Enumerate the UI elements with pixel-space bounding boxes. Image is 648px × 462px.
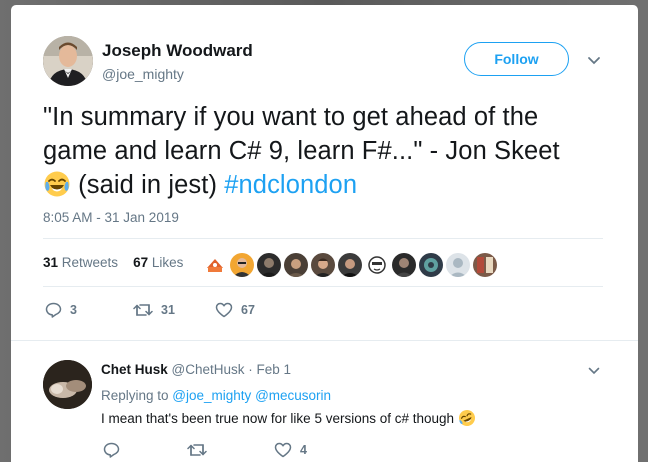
heart-icon (215, 302, 233, 318)
replying-label: Replying to (101, 388, 173, 403)
heart-icon (274, 442, 292, 458)
tweet-text: "In summary if you want to get ahead of … (43, 100, 613, 202)
mention-link[interactable]: @mecusorin (255, 388, 331, 403)
divider (11, 340, 638, 341)
reply-text-body: I mean that's been true now for like 5 v… (101, 410, 455, 426)
divider (43, 286, 603, 287)
like-action[interactable]: 4 (274, 442, 307, 458)
retweet-icon (187, 444, 207, 456)
retweet-action[interactable]: 31 (133, 302, 175, 318)
liker-avatar[interactable] (365, 253, 389, 277)
like-count: 4 (300, 443, 307, 457)
tweet-timestamp[interactable]: 8:05 AM - 31 Jan 2019 (43, 210, 179, 225)
divider (43, 238, 603, 239)
reply-header: Chet Husk @ChetHusk · Feb 1 (101, 362, 291, 377)
hashtag-link[interactable]: #ndclondon (224, 171, 357, 199)
retweet-icon (133, 304, 153, 316)
retweets-label: Retweets (58, 255, 119, 270)
reply-date[interactable]: · Feb 1 (245, 362, 291, 377)
rofl-emoji (459, 410, 476, 426)
mention-link[interactable]: @joe_mighty (172, 388, 251, 403)
follow-button[interactable]: Follow (464, 42, 569, 76)
liker-avatar[interactable] (203, 253, 227, 277)
reply-author-handle[interactable]: @ChetHusk (172, 362, 245, 377)
tweet-text-line-1: "In summary if you want to get ahead of … (43, 103, 539, 131)
reply-icon (45, 302, 62, 318)
liker-avatar[interactable] (257, 253, 281, 277)
reply-count: 3 (70, 303, 77, 317)
tweet-text-line-3: (said in jest) #ndclondon (43, 168, 613, 202)
liker-avatar[interactable] (446, 253, 470, 277)
liker-avatar[interactable] (284, 253, 308, 277)
retweets-stat[interactable]: 31 Retweets (43, 255, 118, 270)
tweet-stats: 31 Retweets 67 Likes (43, 255, 183, 270)
like-count: 67 (241, 303, 255, 317)
author-avatar[interactable] (43, 36, 93, 86)
reply-action[interactable] (103, 442, 128, 458)
tweet-text-line-2: game and learn C# 9, learn F#..." - Jon … (43, 137, 560, 165)
liker-avatar[interactable] (311, 253, 335, 277)
liker-avatars (203, 253, 497, 279)
like-action[interactable]: 67 (215, 302, 255, 318)
liker-avatar[interactable] (230, 253, 254, 277)
liker-avatar[interactable] (338, 253, 362, 277)
tweet-text-aside: (said in jest) (71, 171, 225, 199)
reply-author-name[interactable]: Chet Husk (101, 362, 168, 377)
liker-avatar[interactable] (392, 253, 416, 277)
chevron-down-icon[interactable] (587, 55, 601, 67)
liker-avatar[interactable] (473, 253, 497, 277)
replying-to: Replying to @joe_mighty @mecusorin (101, 388, 331, 403)
reply-action[interactable]: 3 (45, 302, 77, 318)
author-handle[interactable]: @joe_mighty (102, 66, 184, 82)
retweet-count: 31 (161, 303, 175, 317)
retweets-count: 31 (43, 255, 59, 270)
tears-of-joy-emoji (44, 171, 70, 197)
tweet-card: Joseph Woodward @joe_mighty Follow "In s… (11, 5, 638, 462)
reply-text: I mean that's been true now for like 5 v… (101, 409, 476, 427)
liker-avatar[interactable] (419, 253, 443, 277)
reply-author-avatar[interactable] (43, 360, 92, 409)
reply-icon (103, 442, 120, 458)
retweet-action[interactable] (187, 442, 215, 458)
likes-count: 67 (133, 255, 149, 270)
chevron-down-icon[interactable] (588, 366, 600, 376)
likes-stat[interactable]: 67 Likes (133, 255, 183, 270)
author-name[interactable]: Joseph Woodward (102, 41, 253, 61)
likes-label: Likes (148, 255, 184, 270)
